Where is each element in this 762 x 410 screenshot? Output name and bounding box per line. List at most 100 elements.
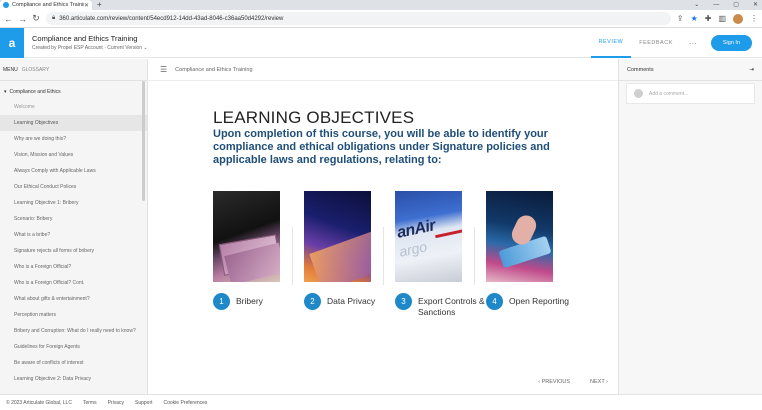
objective-number-badge: 4	[486, 293, 503, 310]
sign-in-button[interactable]: Sign In	[710, 35, 752, 51]
profile-avatar[interactable]	[733, 13, 743, 24]
browser-tab-bar: Compliance and Ethics Training ✕ + ⌄ — ▢…	[0, 0, 762, 10]
back-icon[interactable]: ←	[4, 14, 13, 24]
chevron-down-icon[interactable]: ⌄	[143, 45, 147, 51]
comment-input[interactable]: Add a comment...	[626, 83, 755, 104]
app-header: a Compliance and Ethics Training Created…	[0, 27, 762, 58]
chevron-down-icon[interactable]: ⌄	[694, 0, 699, 10]
divider	[292, 227, 293, 285]
share-icon[interactable]: ⇪	[677, 14, 684, 23]
content-breadcrumb: Compliance and Ethics Training	[175, 66, 253, 73]
objective-cards: 1 Bribery 2 Data Privacy anAir argo 3 Ex…	[213, 191, 577, 318]
next-label: NEXT	[590, 379, 605, 385]
terms-link[interactable]: Terms	[83, 400, 97, 406]
objective-number-badge: 2	[304, 293, 321, 310]
user-avatar-icon	[634, 89, 643, 98]
version-dropdown[interactable]: Current Version	[107, 45, 142, 51]
objective-number-badge: 3	[395, 293, 412, 310]
created-by: Created by Propel ESP Account	[32, 45, 103, 51]
lesson-item[interactable]: Welcome	[0, 99, 147, 115]
lesson-item[interactable]: What is a bribe?	[0, 227, 147, 243]
close-tab-icon[interactable]: ✕	[84, 2, 89, 9]
next-button[interactable]: NEXT ›	[590, 379, 608, 385]
tab-review[interactable]: REVIEW	[590, 28, 632, 58]
lesson-item[interactable]: Scenario: Bribery	[0, 211, 147, 227]
section-header[interactable]: ▾ Compliance and Ethics	[0, 81, 147, 99]
lesson-item-active[interactable]: Learning Objectives	[0, 115, 147, 131]
objective-label: Data Privacy	[327, 296, 376, 306]
url-text: 360.articulate.com/review/content/54ecd9…	[59, 15, 284, 22]
comments-header: Comments ⇥	[619, 59, 762, 81]
browser-tab-title: Compliance and Ethics Training	[12, 2, 84, 8]
lesson-heading: LEARNING OBJECTIVES	[213, 108, 415, 127]
laptop-glow-shape	[309, 230, 371, 282]
lesson-item[interactable]: Who is a Foreign Official? Cont.	[0, 275, 147, 291]
sidebar-tabs: MENU GLOSSARY	[0, 59, 147, 81]
lesson-item[interactable]: Be aware of conflicts of interest	[0, 355, 147, 371]
cookie-preferences-link[interactable]: Cookie Preferences	[164, 400, 208, 406]
privacy-link[interactable]: Privacy	[108, 400, 124, 406]
objective-card: 1 Bribery	[213, 191, 304, 318]
lesson-content: ☰ Compliance and Ethics Training LEARNIN…	[148, 59, 618, 394]
objective-card: 4 Open Reporting	[486, 191, 577, 318]
comments-title: Comments	[627, 66, 654, 73]
tab-glossary[interactable]: GLOSSARY	[22, 67, 49, 73]
articulate-logo: a	[0, 27, 24, 58]
comments-panel: Comments ⇥ Add a comment...	[618, 59, 762, 394]
forward-icon[interactable]: →	[18, 14, 27, 24]
extensions-icon[interactable]: ✚	[705, 14, 712, 23]
open-reporting-photo	[486, 191, 553, 282]
course-title-block: Compliance and Ethics Training Created b…	[32, 34, 148, 51]
copyright: © 2023 Articulate Global, LLC	[6, 399, 72, 406]
objective-number-badge: 1	[213, 293, 230, 310]
hamburger-menu-icon[interactable]: ☰	[160, 65, 167, 74]
section-title: Compliance and Ethics	[9, 89, 61, 95]
lesson-item[interactable]: Why are we doing this?	[0, 131, 147, 147]
lesson-intro: Upon completion of this course, you will…	[213, 128, 550, 166]
bribery-photo	[213, 191, 280, 282]
objective-label: Bribery	[236, 296, 263, 306]
lesson-item[interactable]: Perception matters	[0, 307, 147, 323]
lock-icon: 🔒︎	[52, 15, 56, 21]
objective-card: 2 Data Privacy	[304, 191, 395, 318]
tab-menu[interactable]: MENU	[3, 67, 18, 73]
footer: © 2023 Articulate Global, LLC Terms Priv…	[0, 394, 762, 410]
lesson-item[interactable]: Bribery and Corruption: What do I really…	[0, 323, 147, 339]
maximize-icon[interactable]: ▢	[733, 0, 739, 10]
lesson-item[interactable]: Signature rejects all forms of bribery	[0, 243, 147, 259]
divider	[474, 227, 475, 285]
data-privacy-photo	[304, 191, 371, 282]
export-controls-photo: anAir argo	[395, 191, 462, 282]
lesson-item[interactable]: Vision, Mission and Values	[0, 147, 147, 163]
previous-button[interactable]: ‹ PREVIOUS	[538, 379, 570, 385]
previous-label: PREVIOUS	[541, 379, 571, 385]
objective-card: anAir argo 3 Export Controls & Sanctions	[395, 191, 486, 318]
bookmark-star-icon[interactable]: ★	[691, 14, 698, 23]
close-window-icon[interactable]: ✕	[753, 0, 758, 10]
lesson-item[interactable]: Who is a Foreign Official?	[0, 259, 147, 275]
sidebar-scrollbar[interactable]	[142, 81, 145, 201]
new-tab-icon[interactable]: +	[97, 0, 102, 10]
sidepanel-icon[interactable]: ▥	[718, 14, 726, 23]
articulate-favicon-icon	[3, 2, 9, 8]
collapse-panel-icon[interactable]: ⇥	[749, 67, 754, 73]
lesson-item[interactable]: What about gifts & entertainment?	[0, 291, 147, 307]
lesson-item[interactable]: Always Comply with Applicable Laws	[0, 163, 147, 179]
browser-tab[interactable]: Compliance and Ethics Training ✕	[0, 0, 92, 10]
more-options-icon[interactable]: ···	[689, 39, 697, 48]
course-meta: Created by Propel ESP Account · Current …	[32, 45, 148, 51]
browser-menu-icon[interactable]: ⋮	[750, 14, 758, 23]
sidebar: MENU GLOSSARY ▾ Compliance and Ethics We…	[0, 59, 148, 394]
minimize-icon[interactable]: —	[713, 0, 719, 10]
lesson-item[interactable]: Learning Objective 2: Data Privacy	[0, 371, 147, 387]
main-area: MENU GLOSSARY ▾ Compliance and Ethics We…	[0, 59, 762, 394]
reload-icon[interactable]: ↻	[32, 13, 40, 24]
tab-feedback[interactable]: FEEDBACK	[631, 28, 681, 58]
lesson-item[interactable]: Our Ethical Conduct Polices	[0, 179, 147, 195]
lesson-item[interactable]: Learning Objective 1: Bribery	[0, 195, 147, 211]
livery-stripe	[435, 226, 462, 239]
support-link[interactable]: Support	[135, 400, 153, 406]
lesson-item[interactable]: Guidelines for Foreign Agents	[0, 339, 147, 355]
url-field[interactable]: 🔒︎ 360.articulate.com/review/content/54e…	[46, 12, 671, 25]
objective-label: Open Reporting	[509, 296, 570, 306]
